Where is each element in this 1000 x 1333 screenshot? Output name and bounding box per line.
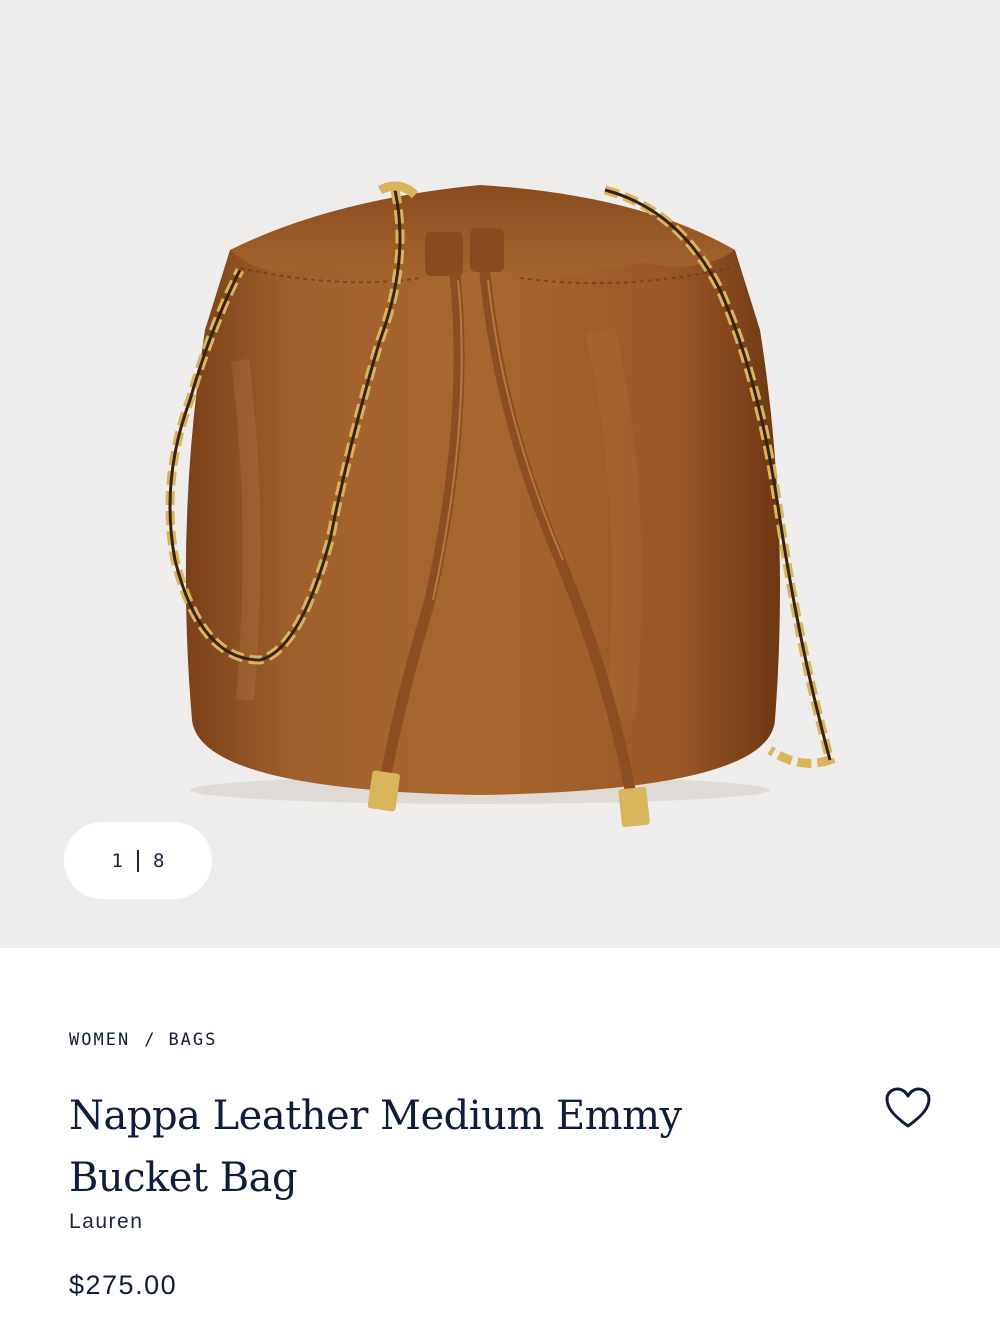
favorite-button[interactable] <box>880 1080 936 1136</box>
image-counter-total: 8 <box>153 849 165 872</box>
breadcrumb-bags-link[interactable]: BAGS <box>168 1030 217 1050</box>
breadcrumb-women-link[interactable]: WOMEN <box>69 1030 130 1050</box>
heart-icon <box>885 1087 931 1128</box>
image-counter-divider <box>137 849 139 872</box>
product-image-gallery[interactable]: 1 8 <box>0 0 1000 948</box>
image-counter-current: 1 <box>111 849 123 872</box>
breadcrumb-separator: / <box>144 1030 157 1050</box>
product-price: $275.00 <box>69 1270 178 1300</box>
product-title: Nappa Leather Medium Emmy Bucket Bag <box>69 1093 682 1201</box>
product-image[interactable] <box>0 0 1000 948</box>
breadcrumb: WOMEN / BAGS <box>69 1030 217 1050</box>
product-brand: Lauren <box>69 1210 144 1233</box>
image-counter: 1 8 <box>64 822 212 899</box>
